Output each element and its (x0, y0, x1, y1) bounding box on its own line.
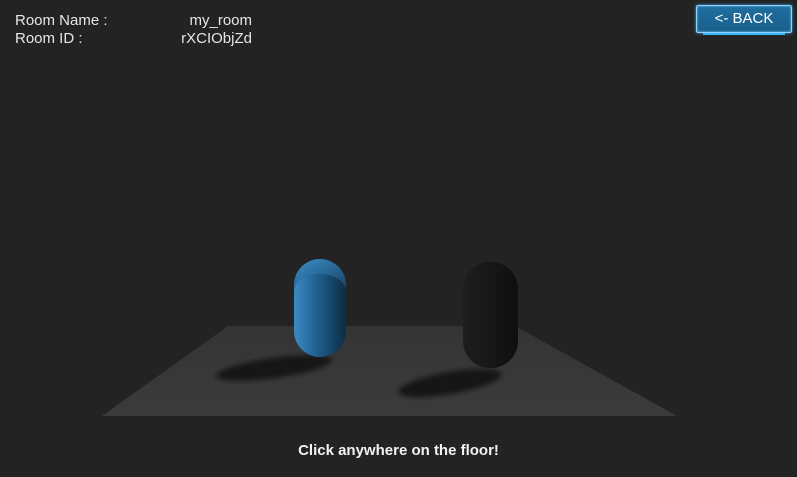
back-button[interactable]: <- BACK (696, 5, 792, 35)
floor-plane[interactable] (102, 326, 677, 416)
game-viewport[interactable]: Room Name : my_room Room ID : rXCIObjZd … (0, 0, 797, 477)
blue-player-capsule[interactable] (294, 259, 346, 357)
black-player-capsule[interactable] (463, 262, 518, 368)
3d-scene[interactable] (0, 0, 797, 477)
room-name-label: Room Name : (15, 12, 108, 29)
room-id-label: Room ID : (15, 30, 83, 47)
floor-hint-text: Click anywhere on the floor! (298, 442, 499, 459)
room-id-value: rXCIObjZd (181, 30, 252, 47)
room-name-value: my_room (189, 12, 252, 29)
